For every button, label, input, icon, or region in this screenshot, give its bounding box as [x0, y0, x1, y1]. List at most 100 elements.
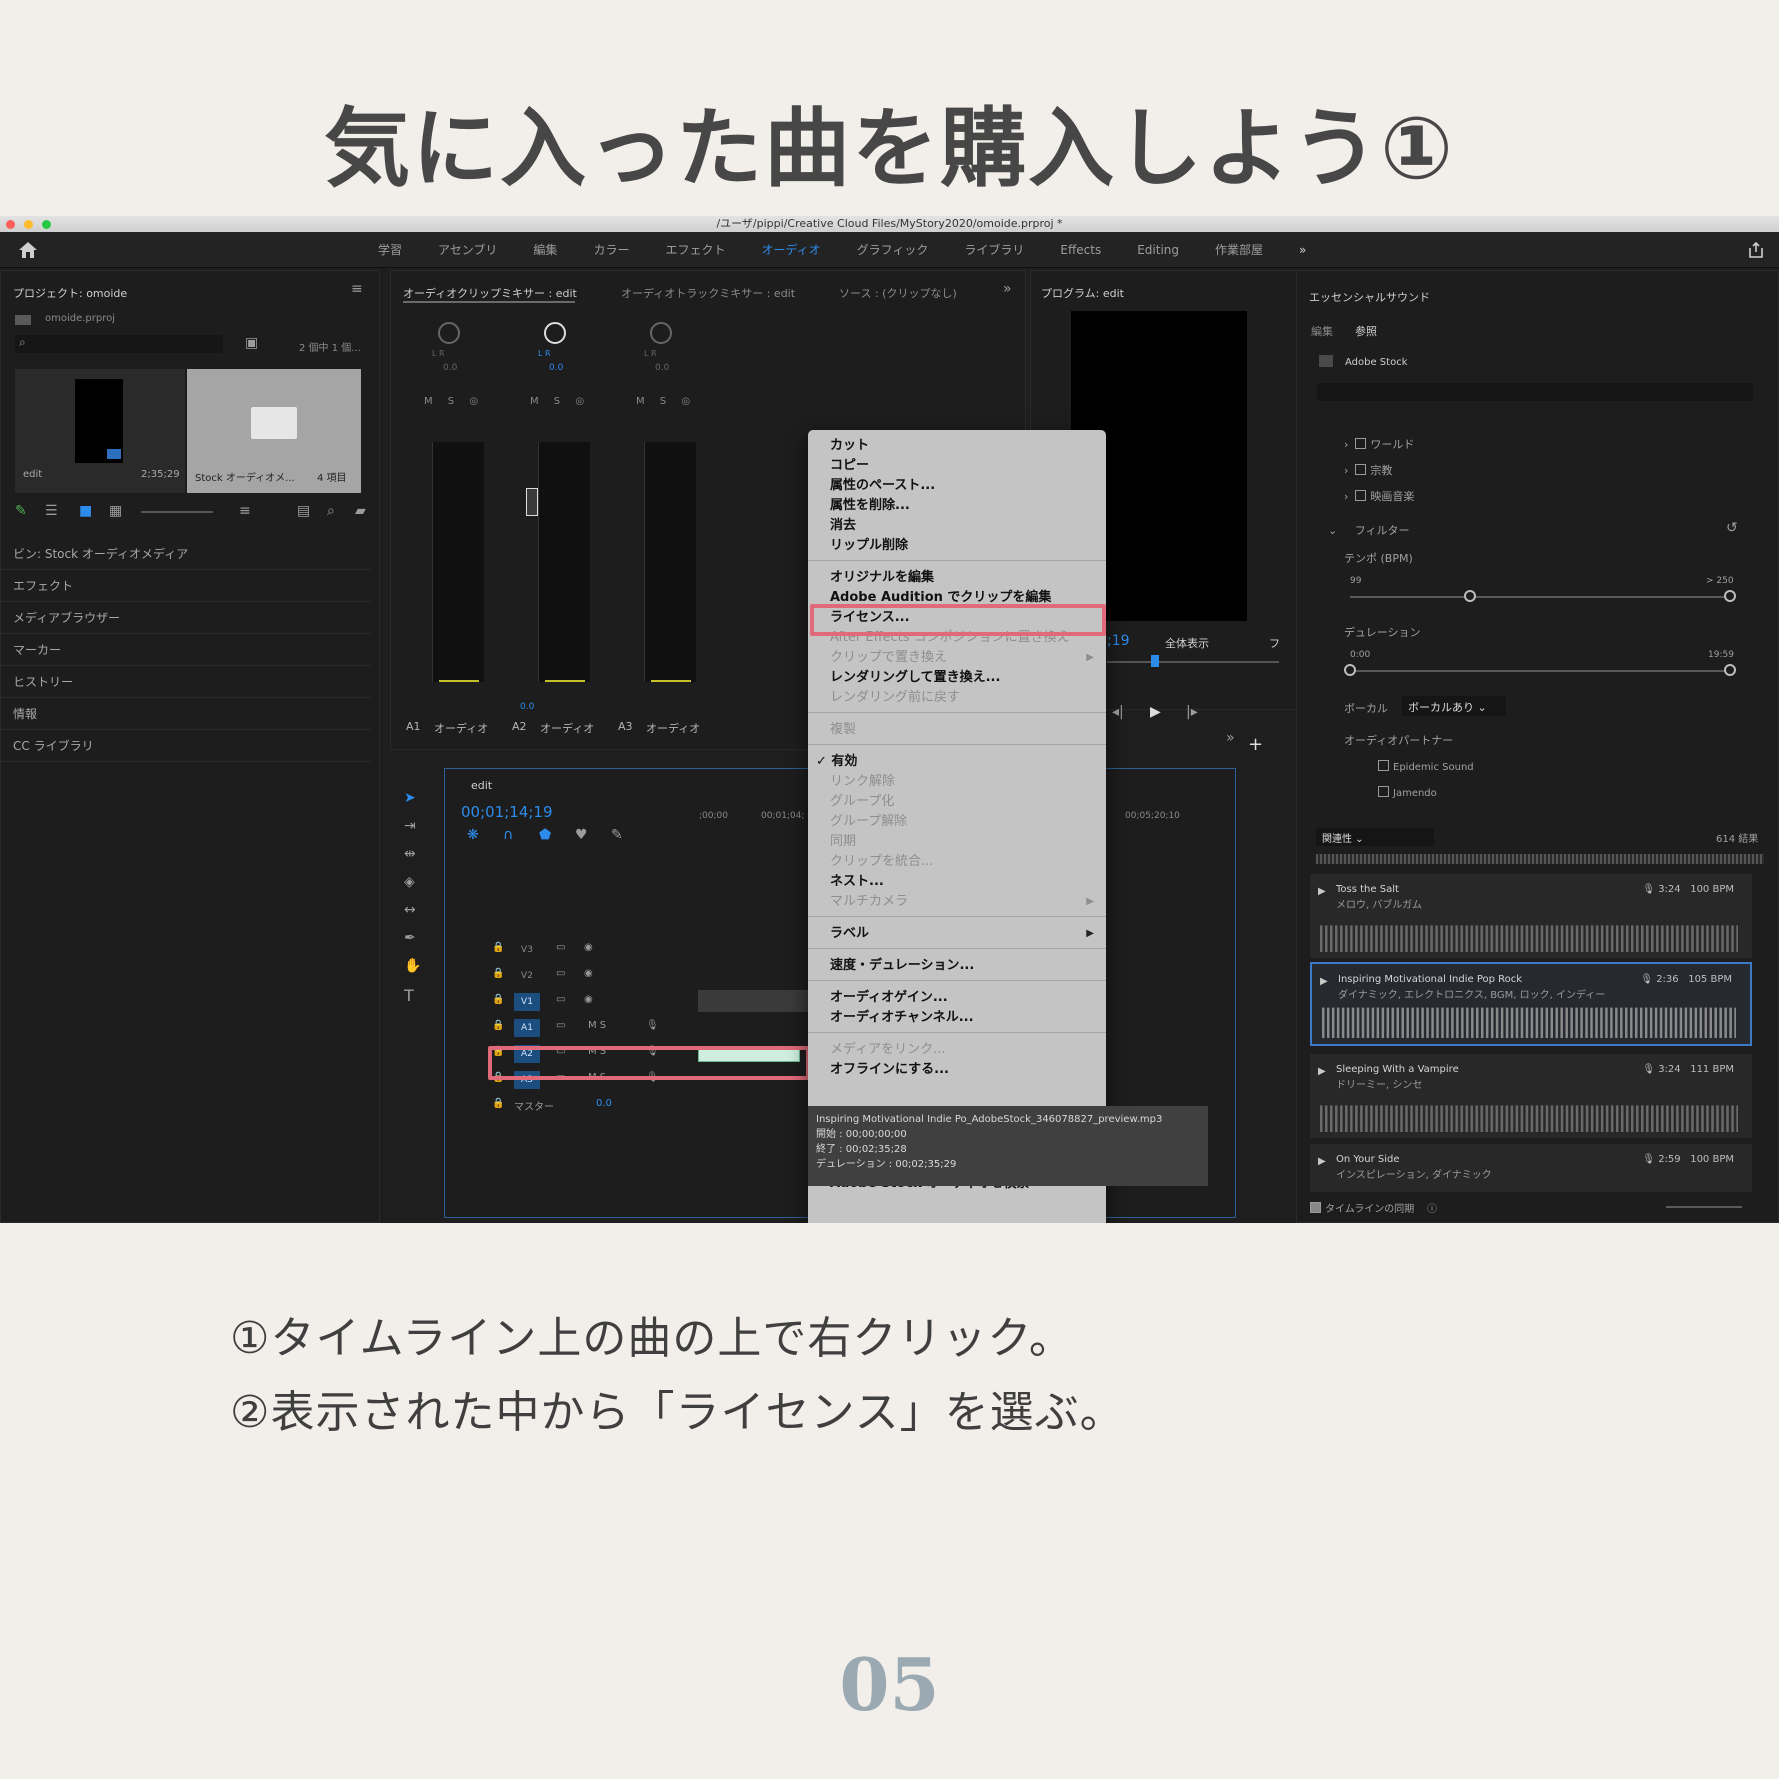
play-icon[interactable]: ▶: [1318, 1156, 1326, 1167]
more-panels-icon[interactable]: »: [1003, 281, 1012, 297]
panel-menu-icon[interactable]: ≡: [351, 281, 363, 297]
menu-edit-original[interactable]: オリジナルを編集: [808, 568, 1106, 588]
panel-markers[interactable]: マーカー: [1, 635, 371, 666]
play-icon[interactable]: ▶: [1150, 704, 1161, 720]
msr-buttons-a1[interactable]: M S ◎: [424, 396, 484, 407]
program-timecode[interactable]: ;19: [1107, 633, 1130, 649]
tab-clip-mixer[interactable]: オーディオクリップミキサー : edit: [403, 285, 577, 301]
menu-unlink[interactable]: リンク解除: [808, 772, 1106, 792]
category-religion[interactable]: › 宗教: [1344, 462, 1392, 478]
menu-merge-clips[interactable]: クリップを統合...: [808, 852, 1106, 872]
program-title[interactable]: プログラム: edit: [1041, 285, 1124, 301]
tab-color[interactable]: カラー: [575, 232, 647, 268]
zoom-window-button[interactable]: [42, 220, 51, 229]
pan-knob-a1[interactable]: [438, 322, 460, 344]
home-icon[interactable]: [18, 241, 38, 259]
sequence-thumbnail[interactable]: edit 2;35;29: [15, 369, 185, 493]
song-item[interactable]: ▶ On Your Side インスピレーション, ダイナミック 🎙 2:59 …: [1310, 1144, 1752, 1192]
tab-effects-en[interactable]: Effects: [1042, 232, 1119, 268]
search-input[interactable]: [15, 335, 223, 353]
menu-render-and-replace[interactable]: レンダリングして置き換え...: [808, 668, 1106, 688]
slip-tool-icon[interactable]: ↔: [404, 902, 416, 918]
share-icon[interactable]: [1747, 241, 1765, 259]
menu-link-media[interactable]: メディアをリンク...: [808, 1040, 1106, 1060]
tab-libraries[interactable]: ライブラリ: [946, 232, 1042, 268]
track-a1[interactable]: A1 🔒 ▭ M S 🎙: [440, 1016, 670, 1040]
menu-duplicate[interactable]: 複製: [808, 720, 1106, 740]
find-icon[interactable]: ⌕: [327, 503, 335, 519]
play-icon[interactable]: ▶: [1318, 1066, 1326, 1077]
hand-tool-icon[interactable]: ✋: [404, 958, 421, 974]
partner-epidemic[interactable]: Epidemic Sound: [1378, 760, 1474, 773]
pencil-icon[interactable]: ✎: [15, 503, 27, 519]
song-item-selected[interactable]: ▶ Inspiring Motivational Indie Pop Rock …: [1310, 962, 1752, 1046]
menu-restore-unrendered[interactable]: レンダリング前に戻す: [808, 688, 1106, 708]
playhead[interactable]: [1151, 655, 1159, 667]
step-forward-icon[interactable]: |▸: [1186, 704, 1198, 720]
freeform-view-icon[interactable]: ▦: [109, 503, 122, 519]
panel-effects[interactable]: エフェクト: [1, 571, 371, 602]
track-select-tool-icon[interactable]: ⇥: [404, 818, 416, 834]
menu-replace-with-clip[interactable]: クリップで置き換え ▶: [808, 648, 1106, 668]
essential-sound-title[interactable]: エッセンシャルサウンド: [1309, 289, 1430, 305]
ripple-edit-tool-icon[interactable]: ⇹: [404, 846, 416, 862]
tab-track-mixer[interactable]: オーディオトラックミキサー : edit: [621, 285, 795, 301]
sort-select[interactable]: 関連性 ⌄: [1316, 828, 1434, 846]
new-bin-icon[interactable]: ▣: [245, 335, 258, 351]
menu-cut[interactable]: カット: [808, 436, 1106, 456]
duration-min-knob[interactable]: [1344, 664, 1356, 676]
menu-group[interactable]: グループ化: [808, 792, 1106, 812]
timeline-sync-checkbox[interactable]: タイムラインの同期 ⓘ: [1310, 1200, 1437, 1215]
pen-tool-icon[interactable]: ✒: [404, 930, 416, 946]
list-view-icon[interactable]: ☰: [45, 503, 58, 519]
snap-icon[interactable]: ❋: [467, 827, 479, 843]
pan-knob-a3[interactable]: [650, 322, 672, 344]
icon-view-icon[interactable]: ■: [79, 503, 92, 519]
source-label[interactable]: Adobe Stock: [1345, 357, 1408, 368]
duration-max-knob[interactable]: [1724, 664, 1736, 676]
menu-copy[interactable]: コピー: [808, 456, 1106, 476]
automate-icon[interactable]: ▤: [297, 503, 310, 519]
tempo-slider[interactable]: [1350, 596, 1732, 598]
more-tabs-button[interactable]: »: [1281, 232, 1324, 268]
duration-slider[interactable]: [1350, 670, 1732, 672]
new-folder-icon[interactable]: ▰: [355, 503, 366, 519]
panel-media-browser[interactable]: メディアブラウザー: [1, 603, 371, 634]
track-master[interactable]: 🔒 マスター 0.0: [440, 1094, 670, 1118]
play-icon[interactable]: ▶: [1318, 886, 1326, 897]
menu-make-offline[interactable]: オフラインにする...: [808, 1060, 1106, 1080]
tab-graphics[interactable]: グラフィック: [839, 232, 947, 268]
msr-buttons-a3[interactable]: M S ◎: [636, 396, 696, 407]
menu-synchronize[interactable]: 同期: [808, 832, 1106, 852]
marker-icon[interactable]: ♥: [575, 827, 588, 843]
menu-multicamera[interactable]: マルチカメラ ▶: [808, 892, 1106, 912]
reset-icon[interactable]: ↺: [1726, 520, 1738, 536]
zoom-slider[interactable]: [141, 511, 213, 513]
preview-volume-slider[interactable]: [1666, 1206, 1742, 1208]
pan-knob-a2[interactable]: [544, 322, 566, 344]
filter-header[interactable]: ⌄ フィルター: [1328, 522, 1409, 538]
tempo-max-knob[interactable]: [1724, 590, 1736, 602]
menu-remove-attributes[interactable]: 属性を削除...: [808, 496, 1106, 516]
category-film[interactable]: › 映画音楽: [1344, 488, 1414, 504]
sequence-tab[interactable]: edit: [471, 779, 492, 792]
project-panel-title[interactable]: プロジェクト: omoide: [13, 285, 127, 301]
tab-workroom[interactable]: 作業部屋: [1197, 232, 1281, 268]
song-item[interactable]: ▶ Sleeping With a Vampire ドリーミー, シンセ 🎙 3…: [1310, 1054, 1752, 1138]
step-back-icon[interactable]: ◂|: [1112, 704, 1124, 720]
video-clip[interactable]: [698, 990, 808, 1012]
add-button-icon[interactable]: +: [1248, 734, 1263, 755]
add-marker-icon[interactable]: ⬟: [539, 827, 551, 843]
wrench-icon[interactable]: ✎: [611, 827, 623, 843]
bin-thumbnail[interactable]: Stock オーディオメ... 4 項目: [187, 369, 361, 493]
menu-nest[interactable]: ネスト...: [808, 872, 1106, 892]
linked-selection-icon[interactable]: ∩: [503, 827, 513, 843]
tab-source[interactable]: ソース : (クリップなし): [839, 285, 957, 301]
zoom-select[interactable]: 全体表示: [1165, 635, 1209, 651]
more-controls-icon[interactable]: »: [1226, 730, 1235, 746]
tab-editing-en[interactable]: Editing: [1119, 232, 1197, 268]
play-icon[interactable]: ▶: [1320, 976, 1328, 987]
sort-icon[interactable]: ≡: [239, 503, 251, 519]
tab-effects[interactable]: エフェクト: [647, 232, 743, 268]
timeline-timecode[interactable]: 00;01;14;19: [461, 803, 553, 821]
